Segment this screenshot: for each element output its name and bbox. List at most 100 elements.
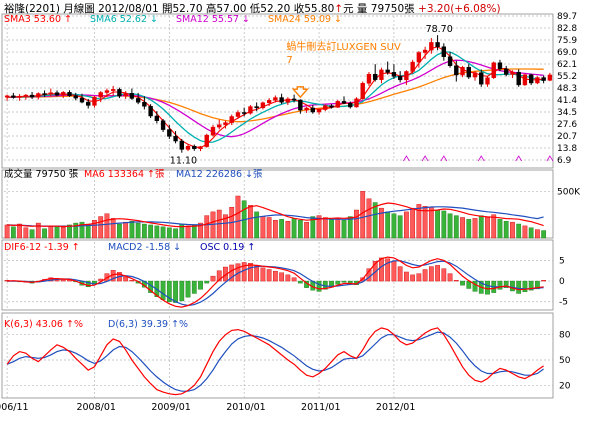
volume-bar: [354, 209, 359, 239]
candle-body: [298, 99, 303, 111]
candle-body: [323, 105, 328, 110]
candle-body: [373, 74, 378, 80]
osc-bar: [472, 280, 478, 292]
osc-bar: [254, 265, 260, 282]
candle-body: [504, 68, 509, 75]
volume-bar: [485, 217, 490, 239]
candle-body: [86, 101, 91, 106]
candle-body: [485, 77, 490, 85]
volume-bar: [4, 224, 10, 239]
osc-bar: [316, 280, 322, 292]
legend-entry: DIF6-12 -1.39 ↑: [4, 242, 80, 253]
volume-bar: [260, 216, 266, 239]
volume-bar: [410, 207, 416, 239]
osc-bar: [453, 280, 459, 282]
volume-bar: [441, 210, 447, 239]
candle-body: [210, 126, 216, 136]
candle-body: [335, 101, 340, 108]
volume-bar: [372, 202, 378, 239]
osc-bar: [428, 266, 434, 282]
volume-bar: [248, 205, 253, 239]
osc-bar: [404, 271, 409, 282]
volume-bar: [404, 211, 409, 239]
candle-body: [73, 95, 78, 99]
x-tick-label: 2006/11: [0, 402, 29, 413]
candle-body: [23, 94, 29, 97]
y-tick-label: 62.1: [557, 60, 577, 70]
osc-bar: [516, 280, 522, 294]
candle-body: [217, 124, 222, 128]
y-tick-label: 5: [559, 256, 565, 266]
volume-bar: [154, 225, 160, 239]
volume-bar: [478, 215, 484, 239]
x-tick-label: 2011/01: [301, 402, 340, 413]
candle-body: [341, 101, 347, 104]
osc-bar: [510, 280, 515, 292]
osc-bar: [335, 280, 341, 285]
volume-bar: [279, 219, 285, 239]
volume-bar: [54, 226, 60, 239]
candle-body: [29, 94, 35, 98]
candle-body: [254, 106, 259, 109]
volume-bar: [129, 220, 135, 239]
legend-entry: OSC 0.19 ↑: [200, 242, 255, 253]
osc-bar: [291, 277, 297, 282]
candle-body: [422, 49, 428, 53]
d-line: [6, 331, 544, 392]
event-marker-icon: [515, 155, 523, 162]
candle-body: [460, 67, 465, 76]
volume-bar: [503, 220, 509, 239]
candle-body: [404, 71, 409, 81]
osc-bar: [272, 270, 278, 282]
candle-body: [104, 90, 110, 93]
candle-body: [11, 95, 16, 98]
y-tick-label: 500K: [557, 187, 581, 197]
candle-body: [410, 61, 415, 72]
volume-bar: [17, 223, 22, 239]
osc-bar: [541, 280, 547, 282]
y-tick-label: 55.2: [557, 72, 577, 82]
legend-entry: SMA24 59.09 ↓: [268, 14, 342, 25]
osc-bar: [191, 280, 197, 294]
y-tick-label: 80: [559, 331, 571, 341]
volume-bar: [391, 213, 397, 239]
volume-bar: [447, 213, 453, 239]
osc-bar: [447, 273, 453, 282]
y-tick-label: 75.9: [557, 36, 577, 46]
k-line: [6, 327, 544, 396]
candle-body: [310, 107, 315, 113]
volume-bar: [272, 220, 278, 239]
candle-body: [348, 103, 353, 108]
volume-bar: [185, 225, 191, 239]
volume-bar: [173, 228, 178, 239]
candle-body: [354, 98, 359, 108]
volume-bar: [541, 230, 547, 239]
candle-body: [148, 106, 153, 117]
y-tick-label: 50: [559, 356, 571, 366]
candle-body: [466, 67, 471, 78]
osc-bar: [379, 257, 384, 282]
volume-bar: [23, 227, 29, 239]
osc-bar: [160, 280, 166, 300]
volume-bar: [335, 218, 341, 239]
volume-bar: [235, 195, 241, 239]
volume-bar: [166, 227, 172, 239]
x-tick-label: 2012/01: [376, 402, 415, 413]
legend-entry: MA12 226286 ↓張: [176, 169, 263, 180]
y-tick-label: 20: [559, 381, 571, 391]
candle-body: [248, 106, 253, 114]
candle-body: [266, 100, 272, 104]
candle-body: [491, 62, 496, 78]
volume-bar: [385, 211, 391, 239]
candle-body: [435, 42, 440, 48]
candle-body: [198, 146, 203, 149]
candle-body: [123, 93, 128, 97]
candle-body: [48, 92, 53, 95]
volume-bar: [160, 226, 166, 239]
volume-bar: [366, 198, 372, 239]
candle-body: [547, 74, 553, 81]
volume-bar: [191, 224, 197, 239]
osc-bar: [391, 261, 397, 282]
volume-bar: [510, 221, 515, 239]
candle-body: [192, 146, 197, 149]
